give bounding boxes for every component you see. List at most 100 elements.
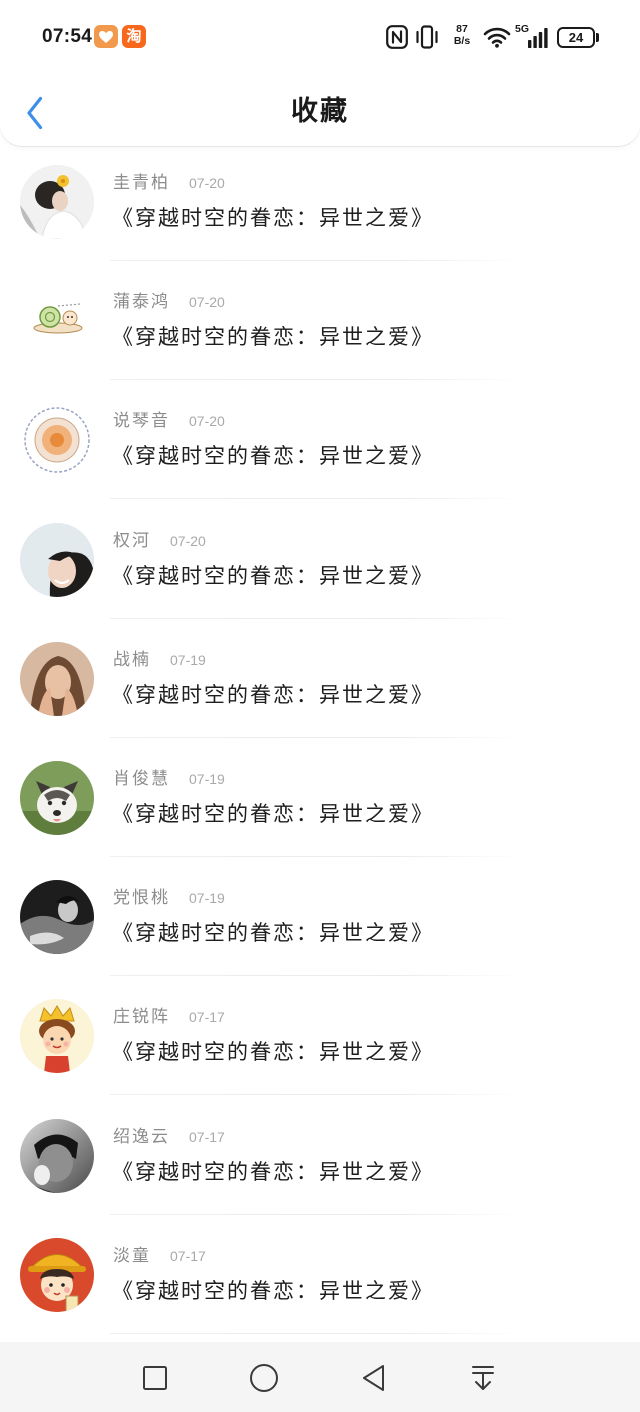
avatar[interactable] [20, 1118, 94, 1193]
network-speed-unit: B/s [453, 35, 471, 47]
divider [110, 260, 522, 261]
favorite-item[interactable]: 肖俊慧 07-19 《穿越时空的眷恋：异世之爱》 [0, 742, 640, 861]
item-meta: 圭青柏 07-20 [113, 171, 225, 195]
item-title[interactable]: 《穿越时空的眷恋：异世之爱》 [112, 1156, 434, 1188]
vibrate-icon [416, 25, 438, 49]
divider [110, 975, 522, 977]
item-meta: 权河 07-20 [113, 529, 206, 553]
avatar[interactable] [20, 403, 94, 478]
battery-terminal [596, 33, 599, 42]
author-name: 圭青柏 [113, 173, 170, 193]
divider [110, 617, 522, 619]
avatar[interactable] [20, 641, 94, 716]
item-meta: 庄锐阵 07-17 [113, 1005, 225, 1029]
author-name: 说琴音 [113, 411, 170, 432]
favorite-item[interactable]: 蒲泰鸿 07-20 《穿越时空的眷恋：异世之爱》 [0, 265, 640, 384]
avatar-image [20, 1118, 94, 1193]
pull-down-button[interactable] [465, 1362, 501, 1394]
divider [110, 379, 522, 381]
avatar-image [20, 284, 94, 359]
home-circle-icon [250, 1364, 278, 1392]
item-date: 07-20 [189, 175, 225, 191]
item-title[interactable]: 《穿越时空的眷恋：异世之爱》 [112, 798, 434, 830]
author-name: 战楠 [113, 649, 151, 670]
home-button[interactable] [246, 1362, 282, 1394]
divider [110, 498, 522, 500]
item-title[interactable]: 《穿越时空的眷恋：异世之爱》 [112, 1275, 434, 1307]
recent-apps-square-icon [143, 1366, 167, 1390]
item-title[interactable]: 《穿越时空的眷恋：异世之爱》 [112, 917, 434, 949]
item-title[interactable]: 《穿越时空的眷恋：异世之爱》 [112, 440, 434, 472]
divider [110, 736, 522, 738]
item-title[interactable]: 《穿越时空的眷恋：异世之爱》 [112, 679, 434, 711]
system-back-button[interactable] [356, 1362, 392, 1394]
favorite-item[interactable]: 说琴音 07-20 《穿越时空的眷恋：异世之爱》 [0, 384, 640, 503]
taobao-app-icon: 淘 [122, 25, 146, 48]
avatar[interactable] [20, 522, 94, 597]
favorite-item[interactable]: 淡童 07-17 《穿越时空的眷恋：异世之爱》 [0, 1219, 640, 1338]
item-title[interactable]: 《穿越时空的眷恋：异世之爱》 [112, 202, 434, 234]
author-name: 淡童 [113, 1245, 151, 1266]
network-speed: 87 B/s [450, 23, 474, 47]
status-time: 07:54 [42, 26, 93, 47]
item-date: 07-19 [170, 651, 206, 668]
nfc-icon [386, 25, 408, 49]
author-name: 绍逸云 [113, 1126, 170, 1147]
avatar-image [20, 1237, 94, 1312]
orange-heart-app-icon [94, 25, 118, 48]
divider [110, 855, 522, 857]
item-meta: 绍逸云 07-17 [113, 1125, 225, 1149]
avatar-image [20, 760, 94, 835]
author-name: 党恨桃 [113, 888, 170, 909]
author-name: 庄锐阵 [113, 1007, 170, 1028]
cellular-signal-icon [528, 28, 548, 48]
item-meta: 蒲泰鸿 07-20 [113, 290, 225, 314]
avatar-image [20, 522, 94, 597]
favorite-item[interactable]: 庄锐阵 07-17 《穿越时空的眷恋：异世之爱》 [0, 980, 640, 1099]
item-date: 07-17 [170, 1247, 206, 1264]
system-navigation-bar [0, 1342, 640, 1412]
item-date: 07-20 [170, 532, 206, 549]
author-name: 权河 [113, 530, 151, 551]
item-meta: 党恨桃 07-19 [113, 886, 225, 910]
page-title: 收藏 [291, 96, 349, 127]
author-name: 肖俊慧 [113, 768, 170, 789]
pull-down-icon [472, 1366, 494, 1390]
divider [110, 1213, 522, 1215]
item-meta: 肖俊慧 07-19 [113, 767, 225, 791]
battery-icon: 24 [557, 27, 595, 48]
favorite-item[interactable]: 绍逸云 07-17 《穿越时空的眷恋：异世之爱》 [0, 1100, 640, 1219]
divider [110, 1094, 522, 1096]
item-meta: 战楠 07-19 [113, 648, 206, 672]
network-speed-value: 87 [456, 23, 468, 35]
avatar[interactable] [20, 760, 94, 835]
favorite-item[interactable]: 圭青柏 07-20 《穿越时空的眷恋：异世之爱》 [0, 146, 640, 265]
item-date: 07-19 [189, 890, 225, 907]
avatar[interactable] [20, 1237, 94, 1312]
favorite-item[interactable]: 战楠 07-19 《穿越时空的眷恋：异世之爱》 [0, 623, 640, 742]
avatar[interactable] [20, 999, 94, 1074]
item-title[interactable]: 《穿越时空的眷恋：异世之爱》 [112, 321, 434, 353]
item-meta: 淡童 07-17 [113, 1244, 206, 1268]
item-date: 07-20 [189, 294, 225, 311]
favorite-item[interactable]: 党恨桃 07-19 《穿越时空的眷恋：异世之爱》 [0, 861, 640, 980]
author-name: 蒲泰鸿 [113, 292, 170, 313]
recent-apps-button[interactable] [137, 1362, 173, 1394]
avatar-image [20, 999, 94, 1074]
back-triangle-icon [363, 1365, 384, 1391]
avatar[interactable] [20, 165, 94, 239]
favorites-list: 圭青柏 07-20 《穿越时空的眷恋：异世之爱》 蒲泰鸿 07-20 《穿越时空… [0, 146, 640, 1338]
item-title[interactable]: 《穿越时空的眷恋：异世之爱》 [112, 560, 434, 592]
item-title[interactable]: 《穿越时空的眷恋：异世之爱》 [112, 1036, 434, 1068]
item-date: 07-17 [189, 1009, 225, 1026]
item-date: 07-20 [189, 413, 225, 430]
item-date: 07-17 [189, 1128, 225, 1145]
header: 07:54 淘 87 B/s 5G 24 收藏 [0, 0, 640, 146]
avatar[interactable] [20, 880, 94, 955]
favorite-item[interactable]: 权河 07-20 《穿越时空的眷恋：异世之爱》 [0, 504, 640, 623]
item-meta: 说琴音 07-20 [113, 409, 225, 433]
divider [110, 1332, 522, 1334]
avatar-image [20, 880, 94, 955]
avatar[interactable] [20, 284, 94, 359]
wifi-icon [483, 27, 511, 48]
